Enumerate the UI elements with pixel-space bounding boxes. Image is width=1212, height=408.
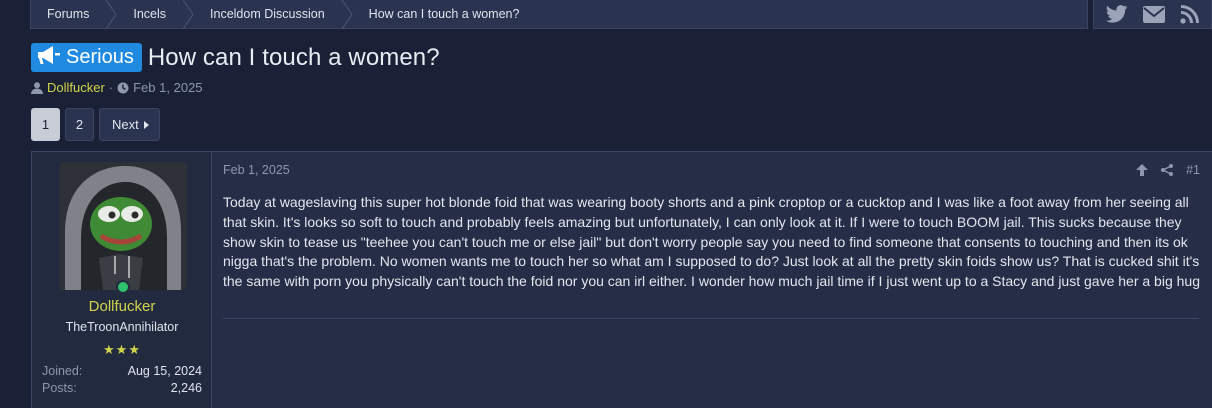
clock-icon bbox=[117, 82, 129, 94]
breadcrumb-label: How can I touch a women? bbox=[368, 7, 520, 21]
next-page-label: Next bbox=[112, 117, 139, 132]
user-rank-stars: ★★★ bbox=[103, 342, 141, 357]
joined-value: Aug 15, 2024 bbox=[127, 364, 202, 378]
megaphone-icon bbox=[37, 45, 61, 71]
user-title: TheTroonAnnihilator bbox=[65, 320, 179, 334]
thread-prefix-badge[interactable]: Serious bbox=[31, 43, 142, 72]
caret-right-icon bbox=[143, 117, 149, 132]
thread-author-link[interactable]: Dollfucker bbox=[47, 80, 105, 95]
post-actions: #1 bbox=[1136, 163, 1200, 177]
joined-label: Joined: bbox=[42, 364, 83, 378]
avatar[interactable] bbox=[59, 162, 187, 290]
breadcrumb-item-current[interactable]: How can I touch a women? bbox=[353, 0, 536, 29]
page-button-1[interactable]: 1 bbox=[31, 108, 60, 141]
next-page-button[interactable]: Next bbox=[99, 108, 160, 141]
breadcrumb-item-forums[interactable]: Forums bbox=[31, 0, 105, 29]
user-icon bbox=[31, 81, 43, 94]
twitter-icon[interactable] bbox=[1105, 5, 1128, 23]
page-title: How can I touch a women? bbox=[147, 43, 440, 71]
breadcrumb-separator-icon bbox=[341, 0, 353, 29]
rss-icon[interactable] bbox=[1180, 4, 1200, 24]
post-user-cell: Dollfucker TheTroonAnnihilator ★★★ Joine… bbox=[32, 152, 212, 408]
thread-title-row: Serious How can I touch a women? bbox=[31, 43, 440, 72]
thread-prefix-label: Serious bbox=[66, 46, 134, 68]
post: Dollfucker TheTroonAnnihilator ★★★ Joine… bbox=[31, 151, 1212, 408]
breadcrumb-separator-icon bbox=[182, 0, 194, 29]
page-button-2[interactable]: 2 bbox=[65, 108, 94, 141]
breadcrumb-label: Incels bbox=[133, 7, 167, 21]
post-message-cell: Feb 1, 2025 #1 Today at wageslaving this… bbox=[212, 152, 1212, 408]
share-icon[interactable] bbox=[1161, 164, 1174, 176]
breadcrumb-item-inceldom-discussion[interactable]: Inceldom Discussion bbox=[194, 0, 341, 29]
post-body: Today at wageslaving this super hot blon… bbox=[223, 194, 1200, 290]
post-divider bbox=[223, 318, 1199, 319]
posts-value[interactable]: 2,246 bbox=[171, 381, 202, 395]
pagination: 1 2 Next bbox=[31, 108, 160, 141]
user-joined-row: Joined: Aug 15, 2024 bbox=[42, 364, 202, 378]
breadcrumb: Forums Incels Inceldom Discussion How ca… bbox=[30, 0, 1088, 29]
user-posts-row: Posts: 2,246 bbox=[42, 381, 202, 395]
arrow-up-icon[interactable] bbox=[1136, 164, 1149, 176]
meta-separator: · bbox=[108, 80, 114, 95]
breadcrumb-separator-icon bbox=[105, 0, 117, 29]
breadcrumb-label: Inceldom Discussion bbox=[210, 7, 325, 21]
breadcrumb-item-incels[interactable]: Incels bbox=[117, 0, 182, 29]
mail-icon[interactable] bbox=[1142, 5, 1165, 23]
post-number-link[interactable]: #1 bbox=[1186, 163, 1200, 177]
thread-meta: Dollfucker · Feb 1, 2025 bbox=[31, 80, 203, 95]
post-date[interactable]: Feb 1, 2025 bbox=[223, 163, 290, 177]
thread-date[interactable]: Feb 1, 2025 bbox=[133, 80, 202, 95]
post-username[interactable]: Dollfucker bbox=[32, 298, 212, 315]
breadcrumb-label: Forums bbox=[47, 7, 90, 21]
social-bar bbox=[1093, 0, 1212, 29]
posts-label: Posts: bbox=[42, 381, 77, 395]
online-status-indicator bbox=[116, 280, 130, 294]
